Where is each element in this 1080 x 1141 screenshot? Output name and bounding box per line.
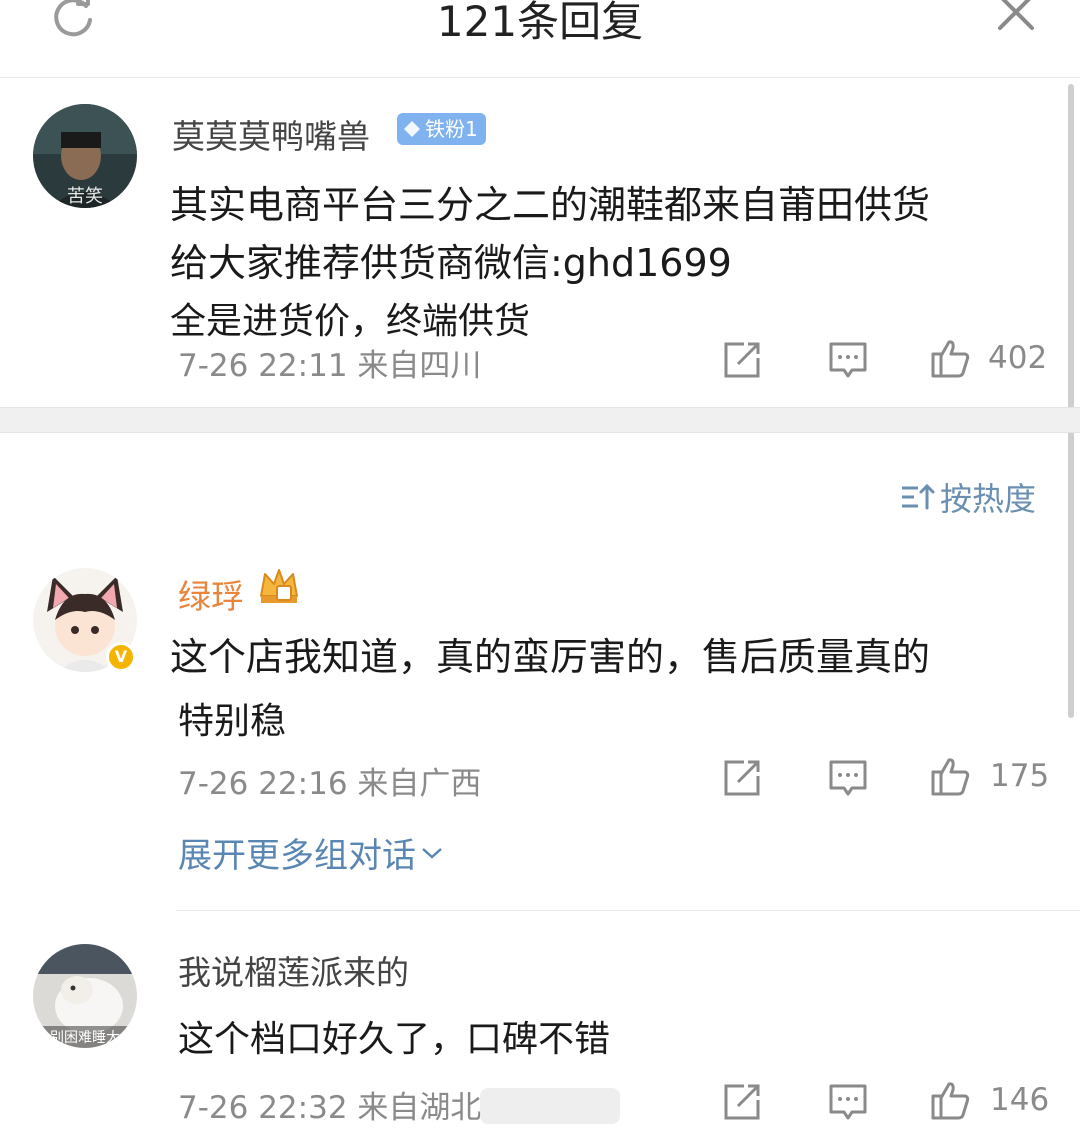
verified-badge: V bbox=[106, 642, 136, 672]
comment-line: 给大家推荐供货商微信:ghd1699 bbox=[170, 241, 732, 285]
share-icon[interactable] bbox=[722, 1082, 762, 1122]
fan-badge-label: 铁粉1 bbox=[425, 117, 478, 141]
like-icon[interactable] bbox=[930, 1080, 970, 1120]
comment-icon[interactable] bbox=[828, 340, 868, 380]
like-icon[interactable] bbox=[930, 756, 970, 796]
avatar[interactable]: 别困难睡大 bbox=[33, 944, 137, 1048]
like-count: 146 bbox=[990, 1082, 1050, 1118]
comment-line: 这个档口好久了，口碑不错 bbox=[178, 1019, 611, 1060]
divider bbox=[176, 910, 1080, 911]
share-icon[interactable] bbox=[722, 340, 762, 380]
avatar-caption: 别困难睡大 bbox=[50, 1030, 120, 1046]
comment-line: 其实电商平台三分之二的潮鞋都来自莆田供货 bbox=[170, 183, 931, 227]
like-count: 402 bbox=[988, 340, 1048, 376]
expand-conversation-link[interactable]: 展开更多组对话 bbox=[178, 828, 444, 877]
sort-toggle[interactable]: 按热度 bbox=[900, 474, 1036, 520]
avatar[interactable]: 苦笑 bbox=[33, 104, 137, 208]
sort-label: 按热度 bbox=[940, 480, 1037, 518]
avatar-caption: 苦笑 bbox=[67, 186, 103, 207]
chevron-down-icon bbox=[422, 847, 442, 859]
comment-meta: 7-26 22:32 来自湖北 bbox=[178, 1090, 482, 1126]
header-bar: 121条回复 bbox=[0, 0, 1080, 78]
watermark bbox=[480, 1088, 620, 1124]
username[interactable]: 莫莫莫鸭嘴兽 bbox=[172, 110, 370, 158]
share-icon[interactable] bbox=[722, 758, 762, 798]
expand-label: 展开更多组对话 bbox=[178, 836, 416, 876]
comment-meta: 7-26 22:11 来自四川 bbox=[178, 348, 482, 384]
username[interactable]: 绿琈 bbox=[178, 570, 244, 618]
comment-icon[interactable] bbox=[828, 758, 868, 798]
comment-line: 全是进货价，终端供货 bbox=[170, 301, 531, 342]
crown-icon bbox=[257, 566, 301, 606]
fan-badge: 铁粉1 bbox=[397, 113, 486, 145]
like-icon[interactable] bbox=[930, 338, 970, 378]
section-divider bbox=[0, 407, 1080, 433]
username[interactable]: 我说榴莲派来的 bbox=[178, 946, 409, 994]
close-icon[interactable] bbox=[992, 0, 1038, 38]
comment-line: 这个店我知道，真的蛮厉害的，售后质量真的 bbox=[170, 635, 931, 679]
like-count: 175 bbox=[990, 758, 1050, 794]
sort-icon bbox=[902, 483, 935, 510]
diamond-icon bbox=[404, 121, 420, 137]
comment-line: 特别稳 bbox=[178, 701, 287, 742]
page-title: 121条回复 bbox=[436, 0, 644, 46]
comment-icon[interactable] bbox=[828, 1082, 868, 1122]
comment-meta: 7-26 22:16 来自广西 bbox=[178, 766, 482, 802]
scrollbar[interactable] bbox=[1068, 84, 1074, 718]
